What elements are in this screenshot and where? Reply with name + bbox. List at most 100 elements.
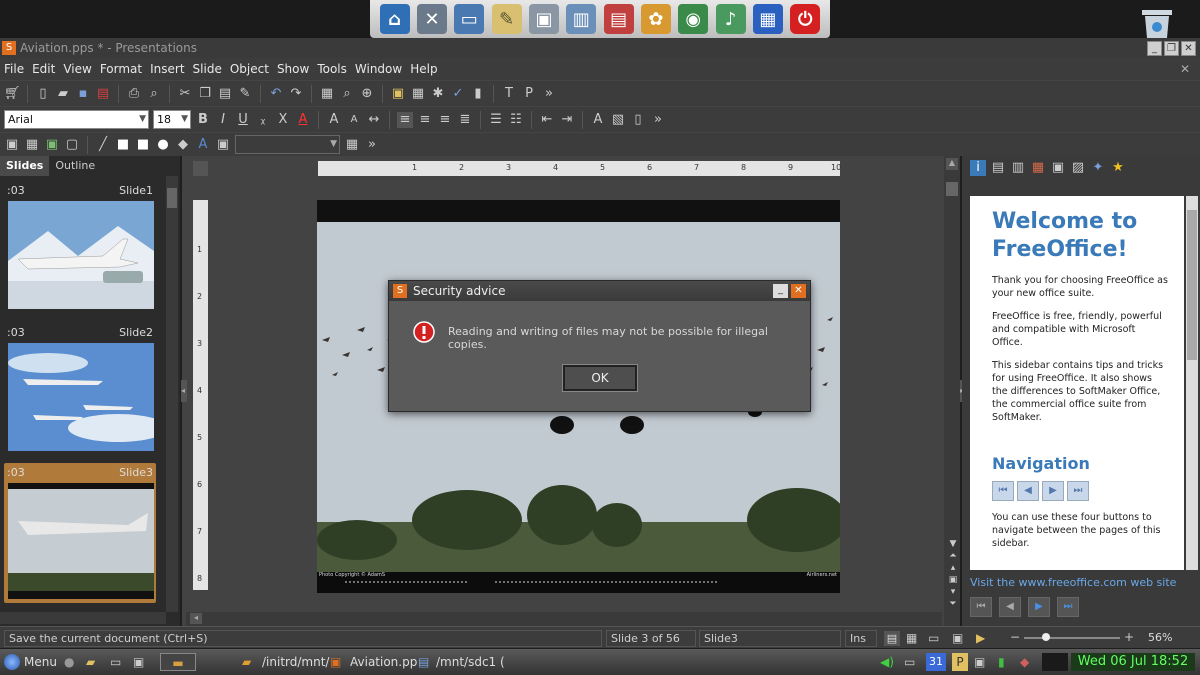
- status-insert-mode[interactable]: Ins: [845, 630, 877, 647]
- zoom-slider-thumb[interactable]: [1042, 633, 1050, 641]
- office-icon[interactable]: ▤: [603, 4, 634, 34]
- monitor-icon[interactable]: ▭: [454, 4, 485, 34]
- page-icon[interactable]: ▯: [630, 112, 646, 128]
- slide-thumbnail-1[interactable]: :03 Slide1: [4, 181, 156, 321]
- layout-icon[interactable]: ▣: [390, 86, 406, 102]
- next-page-icon[interactable]: ▶: [1042, 481, 1064, 501]
- strike-button[interactable]: X: [275, 112, 291, 128]
- align-left-icon[interactable]: ≡: [397, 111, 413, 128]
- freeoffice-website-link[interactable]: Visit the www.freeoffice.com web site: [970, 576, 1176, 589]
- notes-view-icon[interactable]: ▭: [928, 631, 939, 645]
- info-icon[interactable]: i: [970, 160, 986, 176]
- music-icon[interactable]: ♪: [715, 4, 746, 34]
- task-aviation[interactable]: Aviation.pp: [350, 653, 417, 671]
- notes-icon[interactable]: ▤: [990, 160, 1006, 176]
- normal-view-icon[interactable]: ▤: [884, 631, 900, 646]
- menu-object[interactable]: Object: [230, 62, 269, 76]
- close-button[interactable]: ✕: [1181, 40, 1196, 56]
- zoom-icon[interactable]: ⊕: [359, 86, 375, 102]
- windows-icon[interactable]: ▦: [752, 4, 783, 34]
- zoom-slider[interactable]: [1024, 633, 1120, 641]
- slide-navigation-arrows[interactable]: ▼ ⏶ ▴ ▣ ▾ ⏷: [946, 538, 960, 624]
- align-center-icon[interactable]: ≡: [417, 112, 433, 128]
- print-preview-icon[interactable]: ⌕: [146, 86, 162, 102]
- font-color-button[interactable]: A: [295, 112, 311, 128]
- task-mnt-sdc1[interactable]: /mnt/sdc1 (: [436, 653, 505, 671]
- decrease-indent-icon[interactable]: ⇤: [539, 112, 555, 128]
- placeholder-icon[interactable]: P: [521, 86, 537, 102]
- numbering-icon[interactable]: ☷: [508, 112, 524, 128]
- menu-file[interactable]: File: [4, 62, 24, 76]
- clear-format-icon[interactable]: ᵪ: [255, 112, 271, 128]
- paint-icon[interactable]: ✿: [640, 4, 671, 34]
- dialog-minimize-button[interactable]: _: [773, 284, 788, 298]
- files-icon[interactable]: ▭: [110, 653, 121, 671]
- clipboard-icon[interactable]: P: [952, 653, 968, 671]
- spellcheck-icon[interactable]: ✓: [450, 86, 466, 102]
- paste-icon[interactable]: ▤: [217, 86, 233, 102]
- menu-show[interactable]: Show: [277, 62, 309, 76]
- image-icon[interactable]: ▧: [610, 112, 626, 128]
- power-icon[interactable]: ⏻: [790, 4, 821, 34]
- last-page-icon[interactable]: ⏭: [1057, 597, 1079, 617]
- desktop-toggle[interactable]: ▬: [160, 653, 196, 671]
- tools-icon[interactable]: ✕: [416, 4, 447, 34]
- rounded-rectangle-icon[interactable]: ■: [135, 137, 151, 153]
- computer-icon[interactable]: ▣: [528, 4, 559, 34]
- frame-icon[interactable]: ▢: [64, 137, 80, 153]
- find-icon[interactable]: ⌕: [339, 86, 355, 102]
- tab-outline[interactable]: Outline: [49, 156, 101, 176]
- increase-indent-icon[interactable]: ⇥: [559, 112, 575, 128]
- char-spacing-icon[interactable]: ↔: [366, 112, 382, 128]
- dialog-close-button[interactable]: ✕: [791, 284, 806, 298]
- autoshape-icon[interactable]: ◆: [175, 137, 191, 153]
- format-painter-icon[interactable]: ✎: [237, 86, 253, 102]
- handout-view-icon[interactable]: ▣: [952, 631, 963, 645]
- previous-page-icon[interactable]: ◀: [1017, 481, 1039, 501]
- menu-slide[interactable]: Slide: [193, 62, 222, 76]
- justify-icon[interactable]: ≣: [457, 112, 473, 128]
- menu-insert[interactable]: Insert: [150, 62, 184, 76]
- next-page-icon[interactable]: ▶: [1028, 597, 1050, 617]
- zoom-out-button[interactable]: −: [1010, 630, 1020, 644]
- menu-view[interactable]: View: [63, 62, 91, 76]
- cut-icon[interactable]: ✂: [177, 86, 193, 102]
- grid-icon[interactable]: ▦: [410, 86, 426, 102]
- table-insert-icon[interactable]: ▦: [24, 137, 40, 153]
- chart-icon[interactable]: ▮: [470, 86, 486, 102]
- start-menu-button[interactable]: Menu: [24, 653, 57, 671]
- task-initrd[interactable]: /initrd/mnt/: [262, 653, 329, 671]
- text-style-icon[interactable]: A: [590, 112, 606, 128]
- trash-icon[interactable]: [1138, 6, 1176, 38]
- ellipse-icon[interactable]: ●: [155, 137, 171, 153]
- align-right-icon[interactable]: ≡: [437, 112, 453, 128]
- calendar-icon[interactable]: 31: [926, 653, 946, 671]
- slides-scrollbar[interactable]: [166, 176, 178, 612]
- undo-icon[interactable]: ↶: [268, 86, 284, 102]
- table-icon[interactable]: ▦: [319, 86, 335, 102]
- grow-font-icon[interactable]: A: [326, 112, 342, 128]
- line-icon[interactable]: ╱: [95, 137, 111, 153]
- textframe-icon[interactable]: T: [501, 86, 517, 102]
- network-icon[interactable]: ▣: [974, 653, 985, 671]
- start-icon[interactable]: [4, 654, 20, 670]
- rectangle-icon[interactable]: ■: [115, 137, 131, 153]
- notes-icon[interactable]: ✎: [491, 4, 522, 34]
- open-folder-icon[interactable]: ▰: [55, 86, 71, 102]
- pdf-icon[interactable]: ▤: [95, 86, 111, 102]
- insert-slide-icon[interactable]: ✱: [430, 86, 446, 102]
- style-icon[interactable]: ▥: [1010, 160, 1026, 176]
- transition-icon[interactable]: ▨: [1070, 160, 1086, 176]
- redo-icon[interactable]: ↷: [288, 86, 304, 102]
- restore-button[interactable]: ❐: [1164, 40, 1179, 56]
- font-name-combo[interactable]: Arial ▼: [4, 110, 149, 129]
- more-icon[interactable]: »: [541, 86, 557, 102]
- save-icon[interactable]: ▪: [75, 86, 91, 102]
- picture-insert-icon[interactable]: ▣: [44, 137, 60, 153]
- table-grid-icon[interactable]: ▦: [344, 137, 360, 153]
- copy-icon[interactable]: ❐: [197, 86, 213, 102]
- shield-icon[interactable]: ◆: [1020, 653, 1029, 671]
- network-icon[interactable]: ◉: [678, 4, 709, 34]
- more-icon[interactable]: »: [650, 112, 666, 128]
- panel-collapse-handle[interactable]: ◂: [181, 380, 187, 402]
